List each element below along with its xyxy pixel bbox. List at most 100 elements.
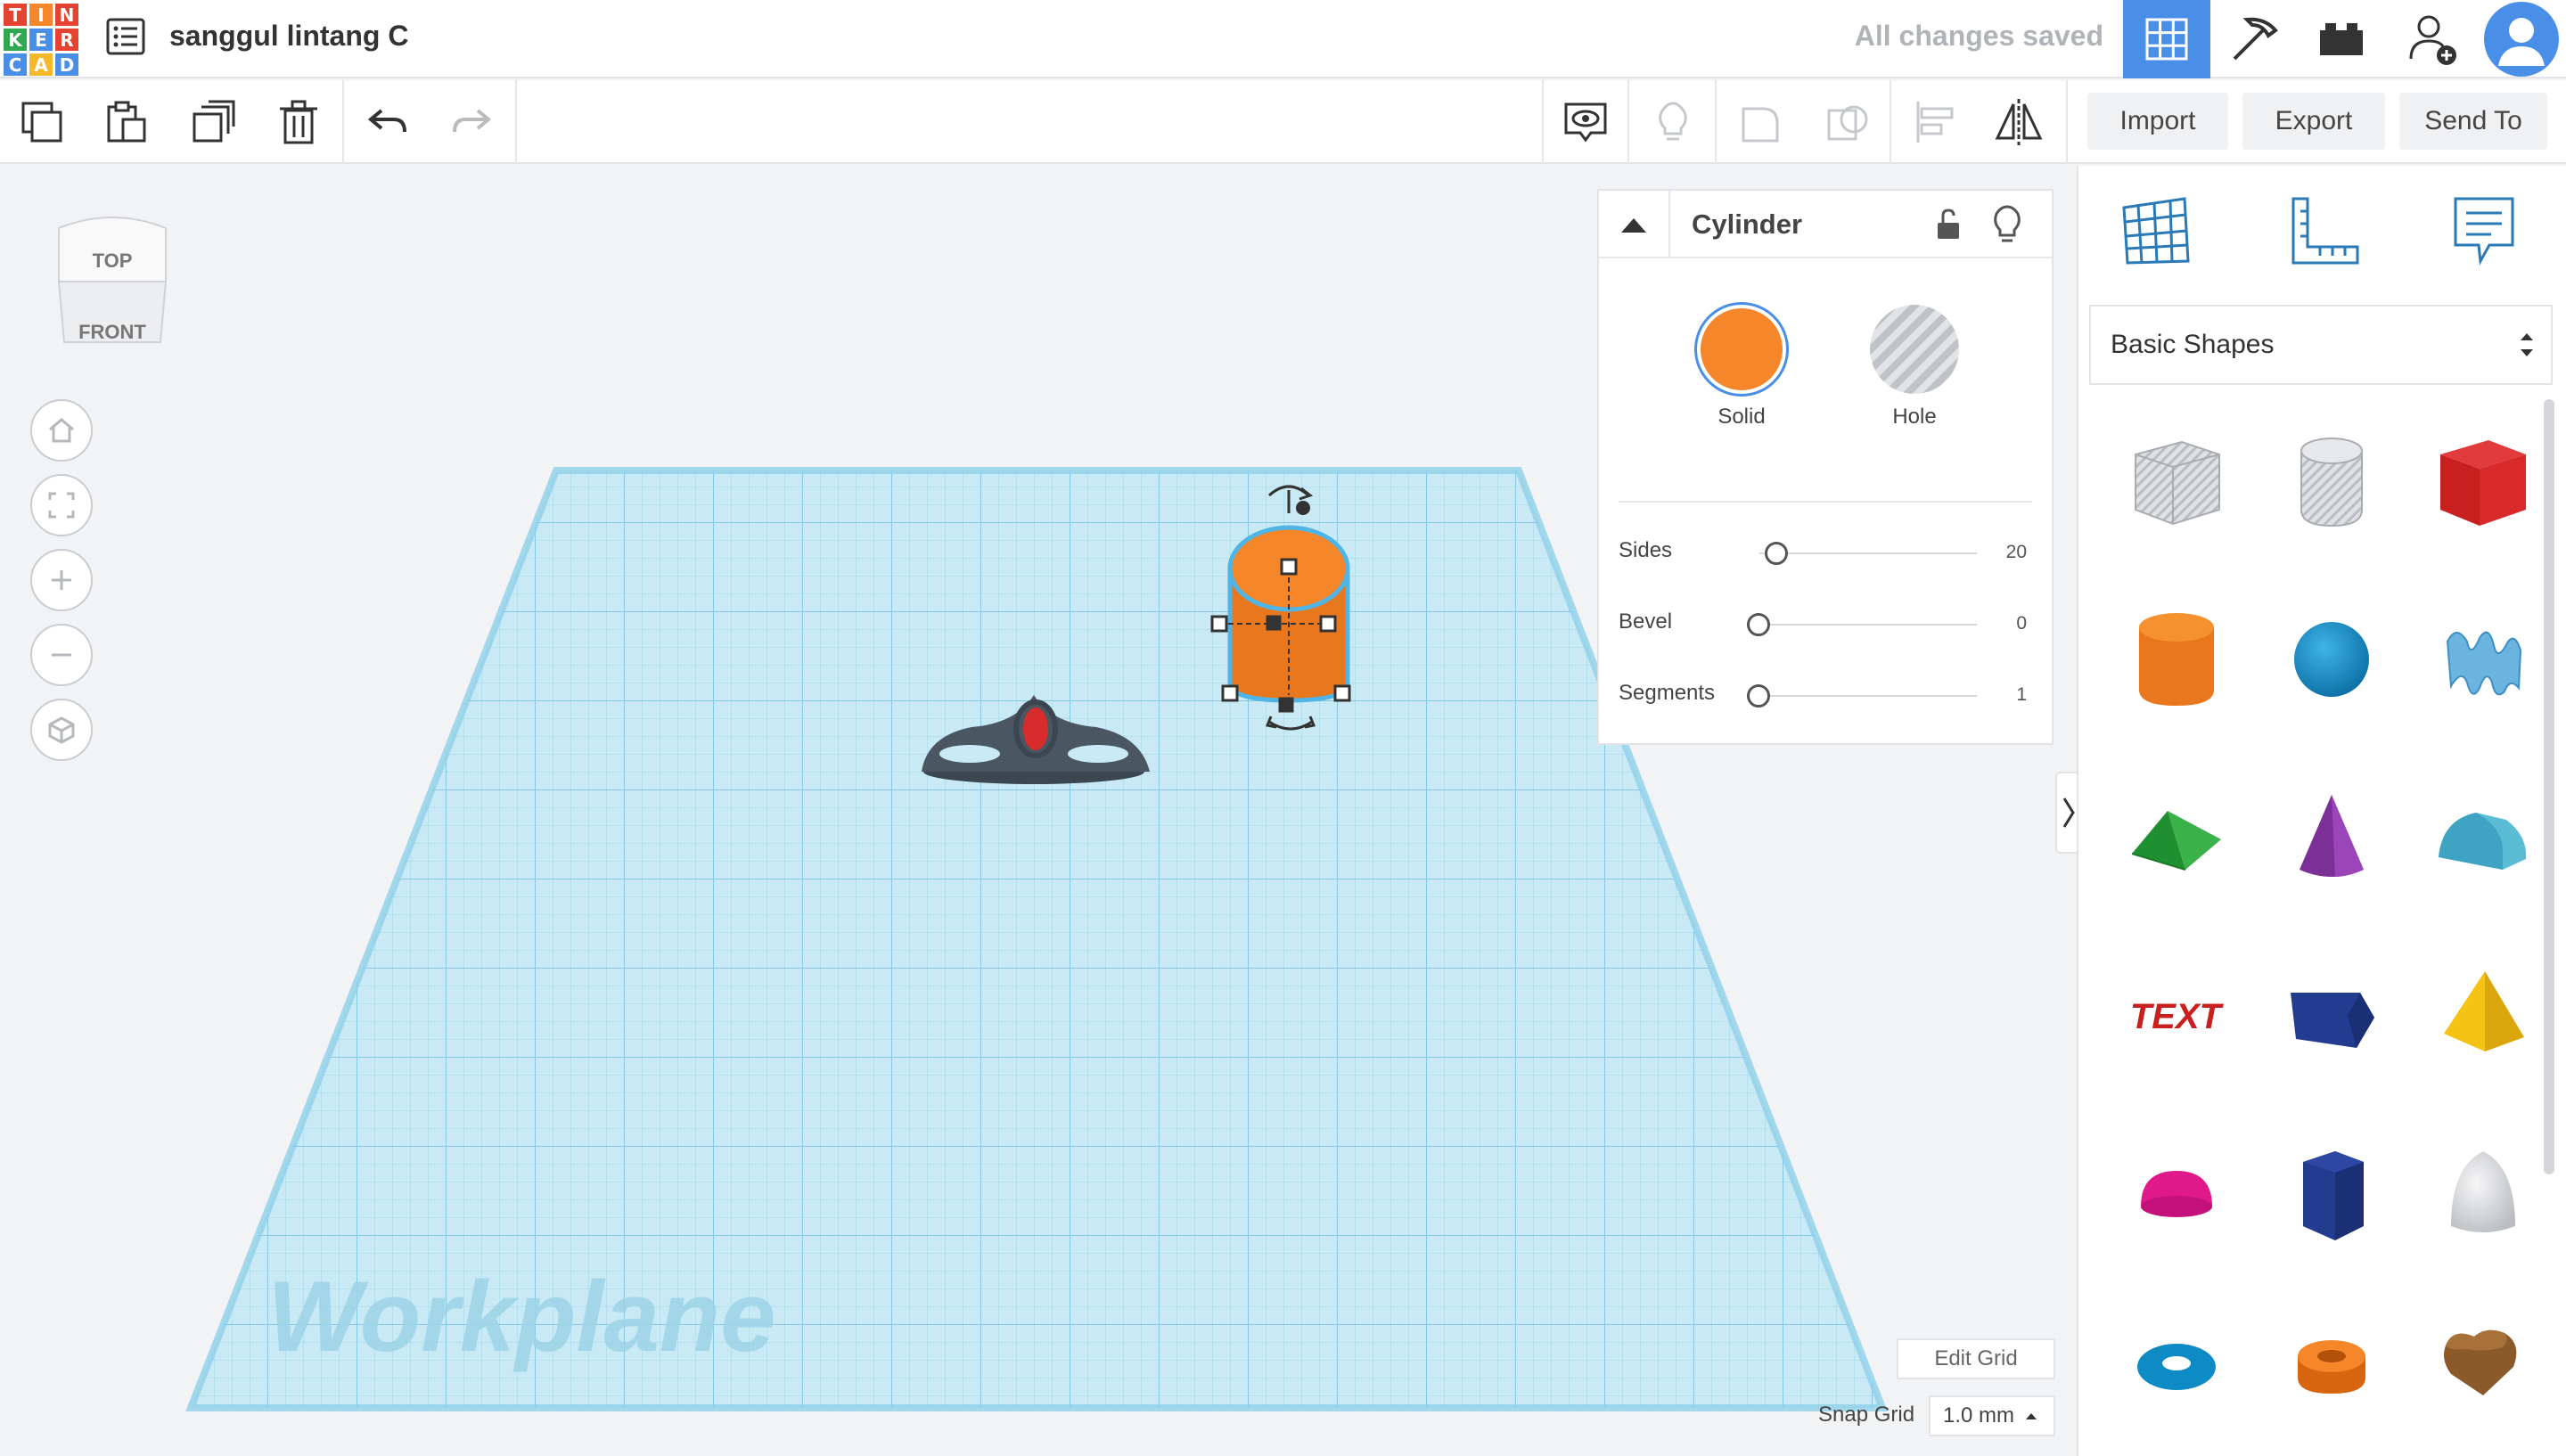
- plus-icon: [52, 570, 71, 590]
- bricks-view-button[interactable]: [2298, 0, 2385, 78]
- eye-bubble-icon: [1564, 102, 1607, 143]
- duplicate-button[interactable]: [184, 93, 242, 151]
- redo-button[interactable]: [442, 93, 501, 151]
- ruler-icon: [2291, 197, 2359, 265]
- hole-label[interactable]: Hole: [1852, 405, 1977, 429]
- shape-scribble[interactable]: [2412, 588, 2554, 731]
- duplicate-icon: [193, 100, 235, 143]
- shape-cylinder[interactable]: [2105, 588, 2248, 731]
- bevel-value[interactable]: 0: [1973, 613, 2027, 634]
- shape-paraboloid[interactable]: [2412, 1123, 2554, 1265]
- zoom-in-button[interactable]: [30, 549, 93, 611]
- edit-toolbar: Import Export Send To: [0, 80, 2566, 164]
- lock-icon[interactable]: [1931, 207, 1966, 242]
- show-all-button[interactable]: [1556, 93, 1615, 151]
- sides-value[interactable]: 20: [1973, 542, 2027, 563]
- zoom-out-button[interactable]: [30, 624, 93, 686]
- align-button[interactable]: [1906, 93, 1964, 151]
- segments-label: Segments: [1619, 681, 1716, 705]
- shape-cylinder-hole[interactable]: [2260, 410, 2403, 552]
- shape-box-hole[interactable]: [2105, 410, 2248, 552]
- send-to-button[interactable]: Send To: [2399, 93, 2547, 150]
- segments-slider-thumb[interactable]: [1747, 684, 1770, 708]
- text-shape-label: TEXT: [2130, 997, 2225, 1036]
- perspective-toggle-button[interactable]: [30, 699, 93, 761]
- shape-cone[interactable]: [2260, 766, 2403, 909]
- inspector-collapse-button[interactable]: [1599, 191, 1670, 258]
- shape-tube[interactable]: [2260, 1292, 2403, 1435]
- copy-icon: [21, 102, 62, 143]
- group-icon: [1742, 107, 1779, 143]
- align-icon: [1916, 102, 1954, 143]
- export-button[interactable]: Export: [2242, 93, 2385, 150]
- sidebar-scrollbar[interactable]: [2544, 399, 2554, 1174]
- fit-view-button[interactable]: [30, 474, 93, 536]
- lightbulb-button[interactable]: [1644, 93, 1702, 151]
- redo-icon: [453, 109, 492, 133]
- shape-pyramid[interactable]: [2412, 945, 2554, 1087]
- delete-button[interactable]: [269, 93, 328, 151]
- shape-text[interactable]: TEXT: [2105, 945, 2248, 1087]
- profile-avatar[interactable]: [2478, 0, 2565, 78]
- snap-grid-select[interactable]: 1.0 mm: [1929, 1395, 2055, 1436]
- shape-heart[interactable]: [2412, 1292, 2554, 1435]
- tinkercad-logo[interactable]: T I N K E R C A D: [4, 4, 80, 76]
- grid-icon: [2145, 18, 2188, 61]
- shape-half-sphere[interactable]: [2105, 1123, 2248, 1265]
- save-status: All changes saved: [1854, 20, 2103, 52]
- group-button[interactable]: [1731, 93, 1790, 151]
- sides-slider-thumb[interactable]: [1765, 542, 1788, 565]
- logo-letter: T: [4, 4, 27, 26]
- home-view-button[interactable]: [30, 399, 93, 462]
- shape-box[interactable]: [2412, 410, 2554, 552]
- minecraft-view-button[interactable]: [2210, 0, 2298, 78]
- shape-sphere[interactable]: [2260, 588, 2403, 731]
- mirror-icon: [1995, 99, 2043, 145]
- inspector-title[interactable]: Cylinder: [1692, 207, 1802, 242]
- logo-letter: K: [4, 29, 27, 51]
- shape-torus[interactable]: [2105, 1292, 2248, 1435]
- home-icon: [49, 418, 74, 443]
- view-cube-front-label[interactable]: FRONT: [78, 321, 146, 343]
- bevel-slider-track[interactable]: [1759, 624, 1977, 626]
- top-bar: T I N K E R C A D sanggul lintang C All …: [0, 0, 2566, 78]
- solid-color-swatch[interactable]: [1697, 305, 1786, 394]
- sides-slider-track[interactable]: [1759, 552, 1977, 554]
- hole-swatch[interactable]: [1870, 305, 1959, 394]
- bevel-label: Bevel: [1619, 609, 1673, 634]
- project-title[interactable]: sanggul lintang C: [169, 16, 408, 55]
- shape-polygon[interactable]: [2260, 1123, 2403, 1265]
- shape-category-select[interactable]: Basic Shapes: [2089, 305, 2553, 385]
- shape-round-roof[interactable]: [2412, 766, 2554, 909]
- shape-roof[interactable]: [2105, 766, 2248, 909]
- solid-label[interactable]: Solid: [1679, 405, 1804, 429]
- workplane-tool-button[interactable]: [2098, 182, 2214, 280]
- shape-prism[interactable]: [2260, 945, 2403, 1087]
- paste-button[interactable]: [96, 93, 155, 151]
- shape-inspector: Cylinder Solid Hole Sides 20 Bevel 0 Seg…: [1597, 189, 2054, 745]
- ruler-tool-button[interactable]: [2266, 182, 2382, 280]
- 3d-design-view-button[interactable]: [2123, 0, 2210, 78]
- ungroup-icon: [1827, 105, 1868, 141]
- mirror-button[interactable]: [1989, 93, 2048, 151]
- lightbulb-icon[interactable]: [1989, 205, 2025, 244]
- brick-icon: [2320, 23, 2363, 55]
- undo-button[interactable]: [358, 93, 417, 151]
- invite-user-button[interactable]: [2389, 0, 2476, 78]
- edit-grid-button[interactable]: Edit Grid: [1897, 1338, 2055, 1379]
- sides-label: Sides: [1619, 538, 1673, 562]
- logo-letter: A: [29, 53, 53, 76]
- import-button[interactable]: Import: [2087, 93, 2228, 150]
- segments-slider-track[interactable]: [1759, 695, 1977, 697]
- ungroup-button[interactable]: [1818, 93, 1877, 151]
- segments-value[interactable]: 1: [1973, 684, 2027, 706]
- view-cube-top-label[interactable]: TOP: [93, 249, 133, 272]
- design-list-icon[interactable]: [105, 16, 146, 57]
- logo-letter: R: [55, 29, 78, 51]
- chevron-up-icon: [1621, 218, 1646, 233]
- notes-tool-button[interactable]: [2426, 182, 2542, 280]
- bevel-slider-thumb[interactable]: [1747, 613, 1770, 636]
- view-cube[interactable]: TOP FRONT: [50, 210, 175, 344]
- logo-letter: E: [29, 29, 53, 51]
- copy-button[interactable]: [12, 93, 71, 151]
